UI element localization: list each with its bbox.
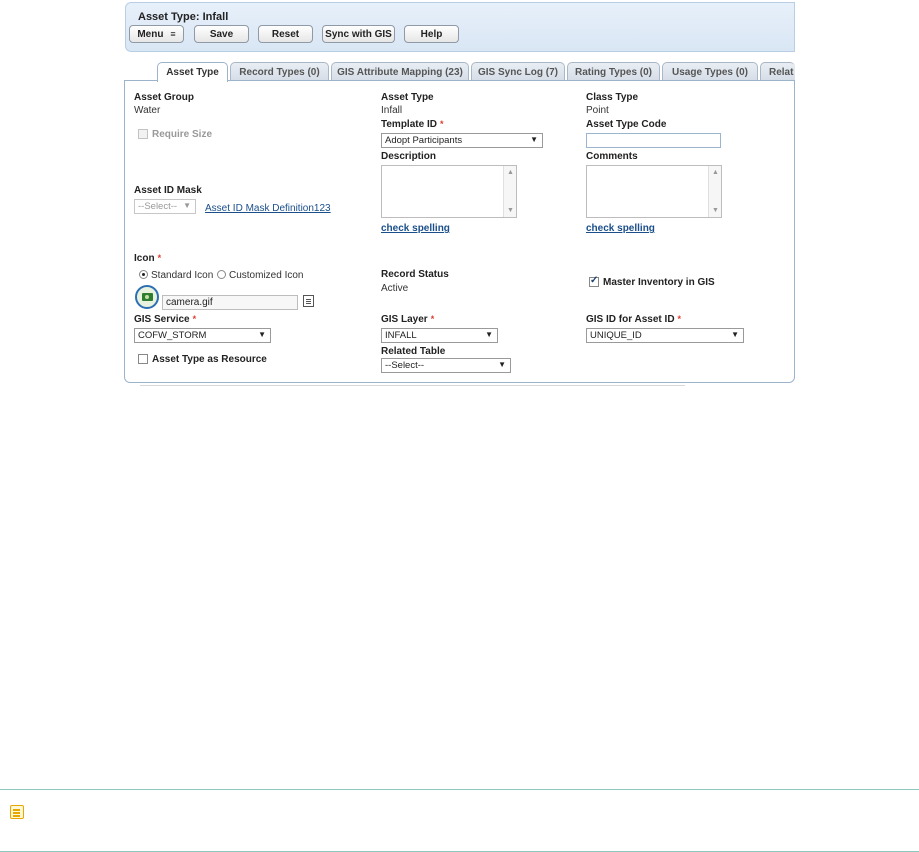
template-id-label-text: Template ID (381, 119, 437, 130)
gis-layer-select-value: INFALL (385, 330, 417, 341)
note-icon (10, 805, 24, 819)
chevron-down-icon: ▼ (731, 330, 739, 339)
asset-type-as-resource-checkbox[interactable] (138, 354, 148, 364)
standard-icon-radio[interactable] (139, 270, 148, 279)
required-marker: * (192, 314, 197, 324)
asset-id-mask-definition-link[interactable]: Asset ID Mask Definition123 (205, 203, 331, 214)
required-marker: * (157, 253, 162, 263)
gis-layer-label-text: GIS Layer (381, 314, 428, 325)
icon-label-text: Icon (134, 253, 155, 264)
panel-divider (140, 385, 685, 386)
tab-asset-type[interactable]: Asset Type (157, 62, 228, 82)
camera-glyph (142, 293, 153, 301)
chevron-down-icon: ▼ (498, 360, 506, 369)
record-status-label: Record Status (381, 269, 449, 280)
related-table-select-value: --Select-- (385, 360, 425, 371)
asset-type-value: Infall (381, 105, 403, 116)
customized-icon-label: Customized Icon (229, 270, 304, 281)
template-id-select-value: Adopt Participants (385, 135, 463, 146)
gis-layer-label: GIS Layer * (381, 314, 434, 325)
reset-button[interactable]: Reset (258, 25, 313, 43)
gis-id-label: GIS ID for Asset ID * (586, 314, 681, 325)
comments-label: Comments (586, 151, 638, 162)
scroll-up-icon: ▲ (712, 169, 719, 176)
tab-gis-sync-log[interactable]: GIS Sync Log (7) (471, 62, 565, 81)
gis-service-select[interactable]: COFW_STORM ▼ (134, 328, 271, 343)
scroll-down-icon: ▼ (507, 207, 514, 214)
template-id-select[interactable]: Adopt Participants ▼ (381, 133, 543, 148)
check-spelling-comments-link[interactable]: check spelling (586, 223, 655, 234)
check-spelling-description-link[interactable]: check spelling (381, 223, 450, 234)
gis-service-label-text: GIS Service (134, 314, 190, 325)
asset-type-code-label: Asset Type Code (586, 119, 667, 130)
record-status-value: Active (381, 283, 409, 294)
description-textarea[interactable]: ▲ ▼ (381, 165, 517, 218)
asset-id-mask-select[interactable]: --Select-- ▼ (134, 199, 196, 214)
gis-layer-select[interactable]: INFALL ▼ (381, 328, 498, 343)
scroll-down-icon: ▼ (712, 207, 719, 214)
gis-id-select-value: UNIQUE_ID (590, 330, 642, 341)
menu-button-label: Menu (137, 28, 164, 40)
tab-usage-types[interactable]: Usage Types (0) (662, 62, 758, 81)
related-table-label: Related Table (381, 346, 446, 357)
master-inventory-checkbox[interactable] (589, 275, 599, 287)
required-marker: * (439, 119, 444, 129)
page-title: Asset Type: Infall (138, 11, 229, 23)
asset-id-mask-label: Asset ID Mask (134, 185, 202, 196)
gis-id-label-text: GIS ID for Asset ID (586, 314, 675, 325)
description-label: Description (381, 151, 437, 162)
sync-with-gis-button[interactable]: Sync with GIS (322, 25, 395, 43)
required-marker: * (677, 314, 682, 324)
menu-button[interactable]: Menu ≡ (129, 25, 184, 43)
require-size-checkbox[interactable] (138, 129, 148, 139)
class-type-label: Class Type (586, 92, 639, 103)
chevron-down-icon: ▼ (258, 330, 266, 339)
menu-dropdown-icon: ≡ (170, 29, 176, 39)
help-button[interactable]: Help (404, 25, 459, 43)
asset-type-code-input[interactable] (586, 133, 721, 148)
asset-type-as-resource-label: Asset Type as Resource (152, 354, 267, 365)
class-type-value: Point (586, 105, 609, 116)
customized-icon-radio[interactable] (217, 270, 226, 279)
camera-icon (135, 285, 159, 309)
save-button[interactable]: Save (194, 25, 249, 43)
note-divider-top (0, 789, 919, 790)
browse-icon[interactable] (303, 295, 314, 307)
gis-service-label: GIS Service * (134, 314, 196, 325)
tab-gis-attribute-mapping[interactable]: GIS Attribute Mapping (23) (331, 62, 469, 81)
tab-record-types[interactable]: Record Types (0) (230, 62, 329, 81)
gis-service-select-value: COFW_STORM (138, 330, 207, 341)
gis-id-select[interactable]: UNIQUE_ID ▼ (586, 328, 744, 343)
asset-group-value: Water (134, 105, 161, 116)
chevron-down-icon: ▼ (485, 330, 493, 339)
tab-rating-types[interactable]: Rating Types (0) (567, 62, 660, 81)
require-size-label: Require Size (152, 129, 213, 140)
icon-file-field[interactable]: camera.gif (162, 295, 298, 310)
comments-textarea[interactable]: ▲ ▼ (586, 165, 722, 218)
required-marker: * (430, 314, 435, 324)
master-inventory-label: Master Inventory in GIS (603, 277, 715, 288)
description-scrollbar[interactable]: ▲ ▼ (503, 166, 516, 217)
asset-type-label: Asset Type (381, 92, 434, 103)
related-table-select[interactable]: --Select-- ▼ (381, 358, 511, 373)
tab-related[interactable]: Relat (760, 62, 795, 81)
template-id-label: Template ID * (381, 119, 443, 130)
asset-group-label: Asset Group (134, 92, 195, 103)
comments-scrollbar[interactable]: ▲ ▼ (708, 166, 721, 217)
asset-id-mask-select-value: --Select-- (138, 201, 178, 212)
scroll-up-icon: ▲ (507, 169, 514, 176)
chevron-down-icon: ▼ (183, 201, 191, 210)
standard-icon-label: Standard Icon (151, 270, 214, 281)
icon-label: Icon * (134, 253, 161, 264)
chevron-down-icon: ▼ (530, 135, 538, 144)
